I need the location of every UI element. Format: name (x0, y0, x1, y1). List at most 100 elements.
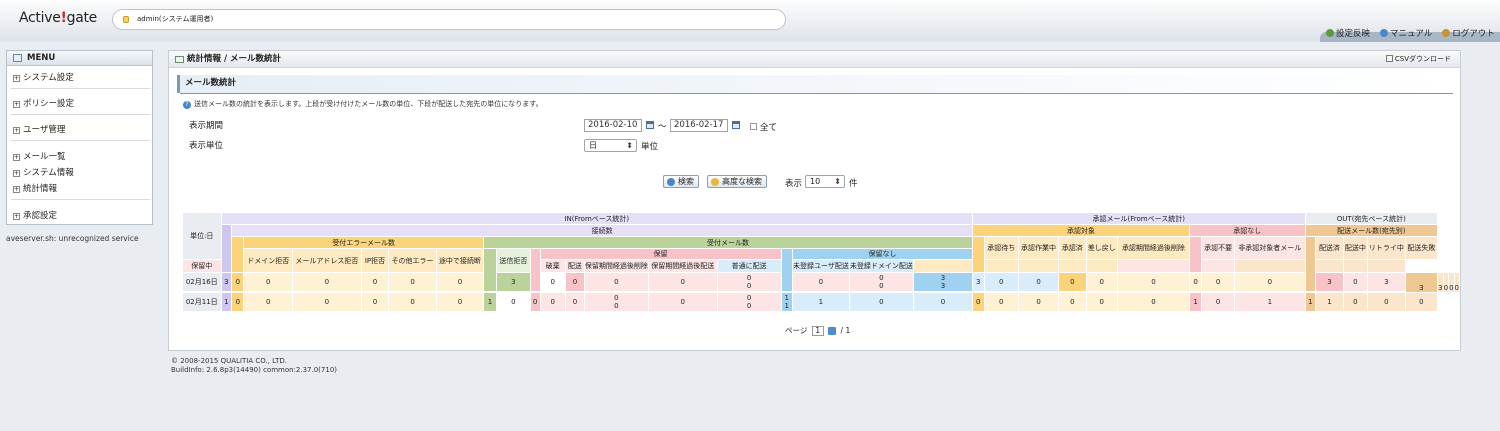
col-addr-reject: メールアドレス拒否 (292, 248, 362, 273)
nohold-header: 保留なし (791, 248, 974, 260)
cell-hold-expired-del: 0 (791, 272, 850, 292)
in-color-bar (220, 224, 233, 273)
menu-item-mail-list[interactable]: + メール一覧 (13, 150, 66, 162)
col-hold-expired-dlv: 保留期間経過後配送 (647, 259, 718, 273)
cell-domain-reject: 0 (243, 272, 293, 292)
help-icon (1380, 29, 1389, 37)
cell-working: 0 (1116, 272, 1190, 292)
cell-hold-total: 0 (564, 272, 585, 292)
hold-header: 保留 (539, 248, 782, 260)
download-icon (1385, 55, 1393, 62)
cell-addr-reject: 0 (292, 272, 362, 292)
cell-none-total: 1 (1188, 292, 1203, 312)
server-error-text: aveserver.sh: unrecognized service (6, 234, 139, 243)
cell-expired-del: 0 (1234, 272, 1306, 292)
cell-hold-total: 0 (529, 292, 541, 312)
accept-error-header: 受付エラーメール数 (243, 236, 484, 249)
menu-header: MENU (7, 51, 152, 66)
cell-send-reject: 0 (539, 272, 566, 292)
cell-destroyed: 0 (647, 272, 718, 292)
col-midway-cut: 途中で接続断 (435, 248, 484, 273)
cell-other-error: 0 (388, 292, 437, 312)
cell-dlv-done: 1 (1315, 292, 1344, 312)
cell-target-total: 0 (972, 292, 985, 312)
none-color-bar (1188, 236, 1203, 273)
connections-header: 接続数 (231, 224, 974, 237)
cell-holding: 0 (539, 292, 566, 312)
cell-normal-dlv: 3 (972, 272, 985, 292)
col-dlv-ing: 配送中 (1342, 236, 1369, 260)
cell-approved: 0 (1188, 272, 1203, 292)
cell-expired-del: 0 (1116, 292, 1190, 312)
cell-normal-dlv: 1 (791, 292, 850, 312)
logout-link[interactable]: ログアウト (1442, 27, 1495, 39)
cell-unreg-user-dlv: 0 (983, 272, 1020, 292)
manual-link[interactable]: マニュアル (1380, 27, 1432, 39)
unit-select[interactable]: 日 (584, 139, 637, 152)
cell-wait: 0 (1085, 272, 1118, 292)
menu-divider (11, 114, 150, 116)
col-hold-expired-del: 保留期間経過後削除 (583, 259, 649, 273)
menu-item-system-settings[interactable]: + システム設定 (13, 71, 74, 83)
row-date: 02月11日 (182, 292, 222, 312)
hold-color-bar (529, 248, 541, 292)
advanced-search-button[interactable]: 高度な検索 (707, 175, 767, 188)
calendar-icon[interactable] (732, 121, 740, 129)
apply-settings-link[interactable]: 設定反映 (1326, 27, 1370, 39)
cell-hold-expired-dlv: 00 (848, 272, 914, 292)
description: ? 送信メール数の統計を表示します。上段が受け付けたメール数の単位、下段が配送した… (183, 99, 543, 109)
display-count-select[interactable]: 10 (805, 175, 845, 188)
cell-destroyed: 0 (564, 292, 585, 312)
col-dlv-done: 配送済 (1315, 236, 1344, 260)
all-label: 全て (760, 123, 778, 133)
cell-send-reject: 0 (495, 292, 531, 312)
cell-unreg-domain-dlv: 0 (912, 292, 974, 312)
cell-unreg-domain-dlv: 0 (1018, 272, 1060, 292)
period-label: 表示期間 (189, 121, 224, 131)
page-separator: / (840, 326, 844, 335)
cell-hold-expired-del: 0 (647, 292, 718, 312)
app-logo[interactable]: Active!gate (19, 10, 97, 26)
cell-delivery-total: 1 (1304, 292, 1317, 312)
table-row: 02月11日 1 0 0 0 0 0 0 1 0 0 0 0 00 0 00 1… (182, 292, 1460, 312)
col-unneeded: 承認不要 (1201, 236, 1236, 260)
search-icon (667, 178, 675, 186)
calendar-icon[interactable] (646, 121, 654, 129)
menu-item-policy-settings[interactable]: + ポリシー設定 (13, 97, 74, 109)
cell-dlv-ing: 0 (1342, 292, 1369, 312)
cell-nohold-total: 33 (912, 272, 974, 292)
cell-working: 0 (1018, 292, 1060, 312)
page-select-icon[interactable] (828, 327, 837, 335)
target-color-bar (972, 236, 985, 273)
csv-download-link[interactable]: CSVダウンロード (1385, 54, 1451, 64)
cell-ip-reject: 0 (360, 292, 390, 312)
date-from-input[interactable]: 2016-02-10 (584, 119, 642, 132)
date-to-input[interactable]: 2016-02-17 (670, 119, 728, 132)
page-number-input[interactable]: 1 (811, 326, 824, 336)
info-icon: ? (183, 101, 191, 109)
col-returned: 差し戻し (1085, 236, 1118, 260)
col-non-target-user: 非承認対象者メール (1234, 236, 1306, 260)
menu-item-statistics[interactable]: + 統計情報 (13, 182, 57, 194)
search-button[interactable]: 検索 (663, 175, 699, 188)
target-sub-blank (1018, 259, 1060, 273)
cell-retry: 0 (1367, 292, 1406, 312)
target-sub-blank (983, 259, 1020, 273)
cell-accepted-total: 3 (495, 272, 531, 292)
cell-dlv-fail: 0 (1404, 292, 1439, 312)
user-name: admin(システム運用者) (137, 15, 214, 23)
delivery-header: 配送メール数(宛先別) (1304, 224, 1439, 237)
cell-other-error: 0 (388, 272, 437, 292)
target-sub-blank (912, 259, 974, 273)
copyright: © 2008-2015 QUALITIA CO., LTD. (171, 357, 287, 365)
app-header: Active!gate admin(システム運用者) 設定反映 マニュアル ログ… (0, 0, 1500, 42)
menu-item-user-management[interactable]: + ユーザ管理 (13, 123, 65, 135)
menu-item-approval-settings[interactable]: + 承認設定 (13, 209, 57, 221)
all-checkbox[interactable] (750, 123, 757, 130)
cell-err-total: 0 (231, 292, 245, 312)
error-color-bar (231, 236, 245, 273)
cell-conn-total: 1 (220, 292, 233, 312)
menu-item-system-info[interactable]: + システム情報 (13, 166, 74, 178)
unit-suffix: 単位 (641, 142, 659, 152)
advanced-search-icon (711, 178, 719, 186)
